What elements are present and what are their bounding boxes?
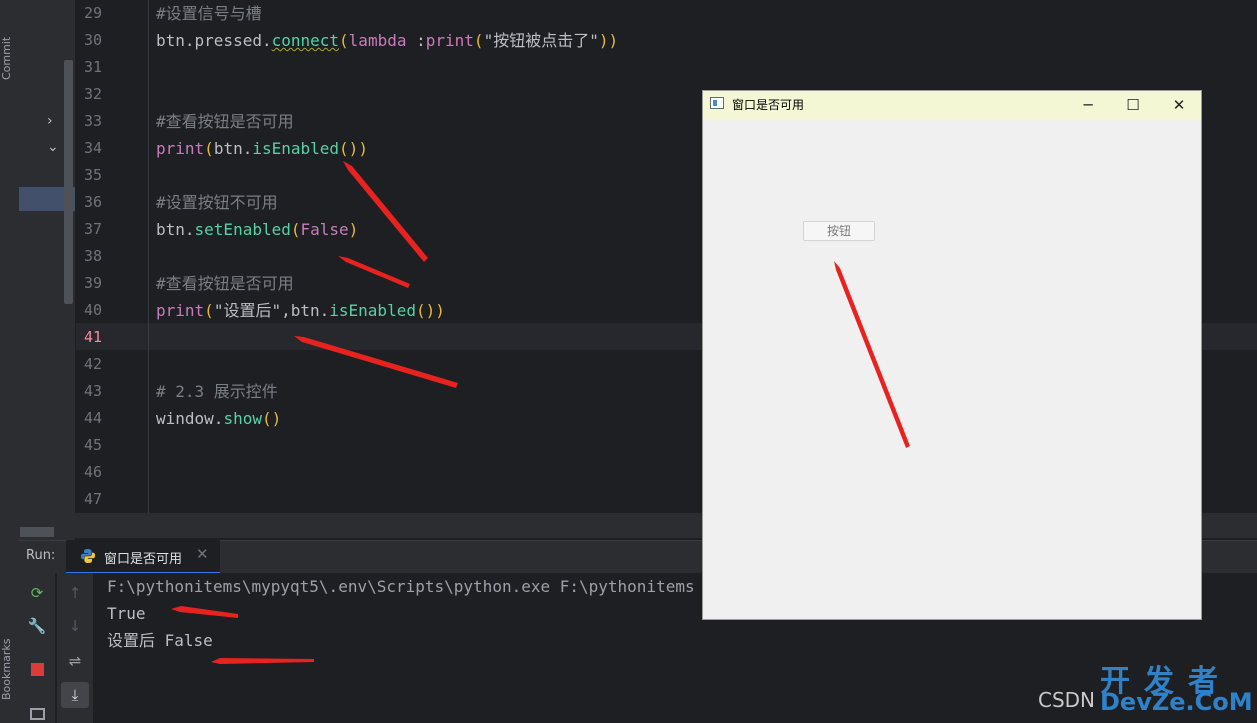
line-number[interactable]: 33 [76, 108, 102, 135]
code-line[interactable]: #设置信号与槽 [156, 0, 262, 27]
run-toolbar-secondary: ↑ ↓ ⇌ ⤓ [56, 573, 93, 723]
code-token: # 2.3 展示控件 [156, 382, 278, 401]
code-token: btn. [156, 220, 195, 239]
left-tool-strip: Commit Bookmarks [0, 0, 20, 723]
code-token: #查看按钮是否可用 [156, 274, 294, 293]
qt-window-title: 窗口是否可用 [732, 98, 805, 112]
line-number[interactable]: 31 [76, 54, 102, 81]
code-token: setEnabled [194, 220, 291, 239]
project-tree-scrollbar[interactable] [64, 60, 73, 304]
code-token: btn.pressed. [156, 31, 272, 50]
watermark-csdn: CSDN [1038, 688, 1096, 712]
code-token: ()) [339, 139, 368, 158]
code-token: connect [271, 31, 340, 50]
commit-label: Commit [0, 36, 13, 80]
code-token: ( [204, 139, 214, 158]
line-number[interactable]: 36 [76, 189, 102, 216]
code-token: #查看按钮是否可用 [156, 112, 294, 131]
code-token: btn. [213, 139, 253, 158]
watermark-site: DevZe.CoM [1100, 688, 1253, 716]
rerun-icon[interactable]: ⟳ [26, 582, 48, 604]
soft-wrap-icon[interactable]: ⇌ [64, 650, 86, 672]
code-token: print [156, 301, 205, 320]
console-line-output-2: 设置后 False [107, 631, 213, 650]
code-token: ( [339, 31, 349, 50]
tree-collapse-chevron-down-icon[interactable]: ⌄ [47, 139, 59, 155]
line-number[interactable]: 34 [76, 135, 102, 162]
code-token: ,btn. [281, 301, 330, 320]
line-number[interactable]: 45 [76, 432, 102, 459]
line-number[interactable]: 37 [76, 216, 102, 243]
code-token: ( [204, 301, 214, 320]
code-line[interactable]: #查看按钮是否可用 [156, 108, 294, 135]
scroll-up-icon[interactable]: ↑ [64, 582, 86, 604]
close-icon[interactable]: ✕ [1159, 93, 1199, 117]
bookmarks-label: Bookmarks [0, 638, 13, 700]
code-token: print [425, 31, 474, 50]
line-number[interactable]: 44 [76, 405, 102, 432]
code-token: window. [156, 409, 224, 428]
code-token: )) [598, 31, 619, 50]
line-number[interactable]: 41 [76, 324, 102, 351]
wrench-icon[interactable]: 🔧 [26, 615, 48, 637]
line-number[interactable]: 39 [76, 270, 102, 297]
code-token: lambda [348, 31, 417, 50]
code-token: "设置后" [213, 301, 282, 320]
minimize-icon[interactable]: ─ [1068, 93, 1108, 117]
code-token: () [261, 409, 282, 428]
code-token: #设置按钮不可用 [156, 193, 278, 212]
code-token: print [156, 139, 205, 158]
gutter-divider [148, 0, 149, 513]
editor-scroll-thumb[interactable] [20, 527, 54, 537]
code-token: ( [473, 31, 484, 50]
maximize-icon[interactable]: ☐ [1113, 93, 1153, 117]
code-line[interactable]: btn.setEnabled(False) [156, 216, 358, 243]
code-token: "按钮被点击了" [483, 31, 599, 50]
code-line[interactable]: #设置按钮不可用 [156, 189, 278, 216]
console-line-command: F:\pythonitems\mypyqt5\.env\Scripts\pyth… [107, 577, 695, 596]
line-number[interactable]: 43 [76, 378, 102, 405]
scroll-to-end-icon: ⤓ [71, 686, 79, 704]
code-token: : [416, 31, 426, 50]
run-tab-label: 窗口是否可用 [104, 552, 183, 567]
code-token: False [300, 220, 349, 239]
scroll-down-icon[interactable]: ↓ [64, 615, 86, 637]
code-line[interactable]: btn.pressed.connect(lambda :print("按钮被点击… [156, 27, 618, 54]
line-number[interactable]: 42 [76, 351, 102, 378]
disabled-push-button[interactable]: 按钮 [803, 221, 875, 241]
console-line-output-1: True [107, 604, 146, 623]
stop-icon[interactable] [31, 663, 44, 676]
commit-tool-tab[interactable]: Commit [0, 37, 13, 80]
code-token: ()) [415, 301, 445, 320]
line-number[interactable]: 30 [76, 27, 102, 54]
line-number[interactable]: 32 [76, 81, 102, 108]
code-token: isEnabled [329, 301, 416, 320]
code-line[interactable]: # 2.3 展示控件 [156, 378, 278, 405]
layout-icon[interactable] [30, 708, 45, 720]
code-line[interactable]: #查看按钮是否可用 [156, 270, 294, 297]
code-token: show [223, 409, 262, 428]
python-icon [81, 549, 95, 563]
code-token: ( [290, 220, 301, 239]
qt-app-window [702, 90, 1202, 620]
line-number[interactable]: 38 [76, 243, 102, 270]
line-number[interactable]: 29 [76, 0, 102, 27]
code-line[interactable]: print(btn.isEnabled()) [156, 135, 368, 162]
line-number[interactable]: 47 [76, 486, 102, 513]
tree-expand-chevron-right-icon[interactable]: › [47, 113, 53, 129]
line-number[interactable]: 35 [76, 162, 102, 189]
code-token: #设置信号与槽 [156, 4, 262, 23]
bookmarks-tool-tab[interactable]: Bookmarks [0, 639, 13, 700]
run-panel-label: Run: [26, 548, 56, 563]
line-number[interactable]: 40 [76, 297, 102, 324]
code-line[interactable]: window.show() [156, 405, 281, 432]
run-toolbar-primary: ⟳ 🔧 [19, 573, 55, 723]
run-tab-close-icon[interactable]: ✕ [196, 545, 209, 563]
line-number[interactable]: 46 [76, 459, 102, 486]
scroll-to-end-button[interactable]: ⤓ [61, 682, 89, 708]
code-token: isEnabled [252, 139, 340, 158]
code-token: ) [348, 220, 359, 239]
window-app-icon [710, 97, 724, 109]
code-line[interactable]: print("设置后",btn.isEnabled()) [156, 297, 445, 324]
